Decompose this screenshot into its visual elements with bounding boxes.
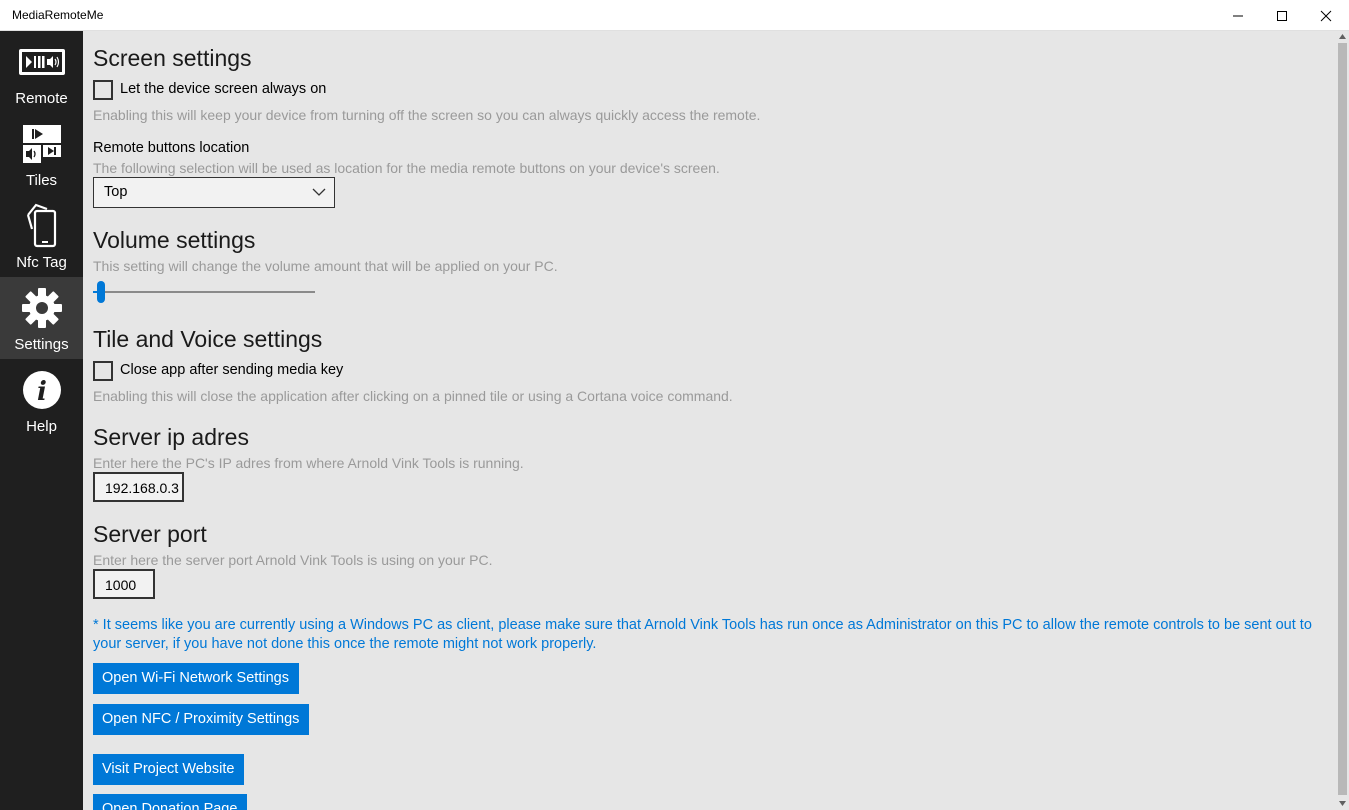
sidebar-item-label: Settings	[14, 336, 69, 353]
server-port-input[interactable]: 1000	[93, 569, 155, 599]
scrollbar-thumb[interactable]	[1338, 43, 1347, 795]
scroll-up-icon[interactable]	[1338, 33, 1347, 41]
server-ip-description: Enter here the PC's IP adres from where …	[93, 455, 524, 471]
window-title: MediaRemoteMe	[12, 8, 104, 22]
close-app-label: Close app after sending media key	[120, 362, 344, 378]
close-icon	[1320, 10, 1332, 21]
always-on-description: Enabling this will keep your device from…	[93, 107, 761, 123]
sidebar-item-nfc-tag[interactable]: Nfc Tag	[0, 195, 83, 277]
nfc-tag-icon	[0, 203, 83, 249]
sidebar-item-remote[interactable]: Remote	[0, 31, 83, 113]
maximize-button[interactable]	[1259, 0, 1305, 31]
close-app-checkbox[interactable]	[93, 361, 113, 381]
remote-icon	[0, 39, 83, 85]
admin-note: * It seems like you are currently using …	[93, 617, 1312, 652]
sidebar-item-tiles[interactable]: Tiles	[0, 113, 83, 195]
buttons-location-label: Remote buttons location	[93, 140, 250, 156]
maximize-icon	[1277, 10, 1287, 21]
open-nfc-settings-button[interactable]: Open NFC / Proximity Settings	[93, 704, 310, 735]
close-button[interactable]	[1303, 0, 1349, 31]
gear-icon	[0, 285, 83, 331]
volume-settings-heading: Volume settings	[93, 227, 256, 253]
volume-slider-thumb[interactable]	[97, 281, 106, 303]
visit-website-button[interactable]: Visit Project Website	[93, 754, 245, 785]
vertical-scrollbar[interactable]	[1336, 31, 1349, 810]
app-window: MediaRemoteMe Remote Tiles Nfc Tag Setti…	[0, 0, 1349, 810]
volume-slider-track[interactable]	[93, 291, 315, 293]
sidebar-item-label: Nfc Tag	[16, 254, 67, 271]
sidebar-item-label: Tiles	[25, 172, 58, 189]
buttons-location-dropdown[interactable]: Top	[93, 177, 335, 208]
volume-description: This setting will change the volume amou…	[93, 258, 558, 274]
open-wifi-settings-button[interactable]: Open Wi-Fi Network Settings	[93, 663, 299, 694]
buttons-location-description: The following selection will be used as …	[93, 160, 720, 176]
server-ip-heading: Server ip adres	[93, 424, 249, 450]
always-on-checkbox[interactable]	[93, 80, 113, 100]
settings-page: Screen settings Let the device screen al…	[83, 31, 1336, 810]
minimize-button[interactable]	[1215, 0, 1261, 31]
screen-settings-heading: Screen settings	[93, 45, 252, 71]
svg-text:i: i	[37, 377, 47, 407]
close-app-description: Enabling this will close the application…	[93, 388, 733, 404]
buttons-location-value: Top	[104, 184, 128, 200]
title-bar: MediaRemoteMe	[0, 0, 1349, 31]
minimize-icon	[1233, 15, 1243, 16]
server-ip-input[interactable]: 192.168.0.3	[93, 472, 184, 502]
always-on-label: Let the device screen always on	[120, 81, 327, 97]
sidebar-item-help[interactable]: i Help	[0, 359, 83, 441]
sidebar-item-settings[interactable]: Settings	[0, 277, 83, 359]
sidebar: Remote Tiles Nfc Tag Settings i Help	[0, 31, 83, 810]
open-donation-button[interactable]: Open Donation Page	[93, 794, 248, 810]
server-port-description: Enter here the server port Arnold Vink T…	[93, 552, 493, 568]
info-icon: i	[0, 367, 83, 413]
scroll-down-icon[interactable]	[1338, 799, 1347, 807]
sidebar-item-label: Remote	[15, 90, 68, 107]
server-port-heading: Server port	[93, 521, 207, 547]
sidebar-item-label: Help	[26, 418, 57, 435]
tile-voice-settings-heading: Tile and Voice settings	[93, 326, 323, 352]
tiles-icon	[0, 121, 83, 167]
chevron-down-icon	[312, 188, 326, 196]
